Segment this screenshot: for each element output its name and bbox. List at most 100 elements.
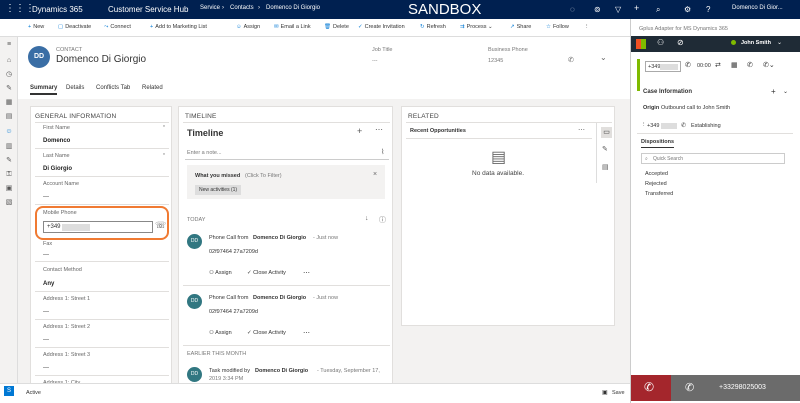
contacts-icon[interactable]: ☺ xyxy=(5,128,13,136)
disposition-rejected[interactable]: Rejected xyxy=(645,181,667,187)
queues-icon[interactable]: ▣ xyxy=(5,185,13,193)
fax-field[interactable]: --- xyxy=(43,252,49,258)
tab-related[interactable]: Related xyxy=(142,85,163,91)
disposition-accepted[interactable]: Accepted xyxy=(645,171,668,177)
chevron-down-icon[interactable]: ⌄ xyxy=(600,53,607,62)
filter-icon[interactable]: ▽ xyxy=(615,5,621,14)
app-launcher-icon[interactable]: ⋮⋮⋮ xyxy=(5,3,35,14)
what-you-missed-card[interactable]: What you missed (Click To Filter) × New … xyxy=(187,165,385,199)
hangup-button[interactable]: ✆ xyxy=(631,375,671,401)
app-icon[interactable]: S xyxy=(4,386,14,396)
drag-handle-icon[interactable]: ⋮ xyxy=(641,122,647,128)
click-to-call-icon[interactable]: ☏ xyxy=(155,220,166,231)
quick-search-input[interactable]: ⌕ Quick Search xyxy=(641,153,785,164)
search-icon[interactable]: ⌕ xyxy=(656,5,660,15)
activity-who[interactable]: Domenco Di Giorgio xyxy=(253,235,306,241)
dispositions-tab[interactable]: Dispositions xyxy=(641,139,675,148)
tab-conflicts[interactable]: Conflicts Tab xyxy=(96,85,130,91)
knowledge-icon[interactable]: ✎ xyxy=(5,157,13,165)
create-invitation-button[interactable]: ✓ Create Invitation xyxy=(358,24,405,30)
street2-field[interactable]: --- xyxy=(43,337,49,343)
close-activity-action[interactable]: ✓ Close Activity xyxy=(247,270,286,276)
not-ready-icon[interactable]: ⊘ xyxy=(677,38,684,47)
home-icon[interactable]: ⌂ xyxy=(5,57,13,65)
close-activity-action[interactable]: ✓ Close Activity xyxy=(247,330,286,336)
account-name-field[interactable]: --- xyxy=(43,194,49,200)
chevron-down-icon[interactable]: ⌄ xyxy=(777,39,782,46)
delete-button[interactable]: 🗑 Delete xyxy=(324,24,349,30)
new-activities-badge[interactable]: New activities (1) xyxy=(195,185,242,195)
contact-method-field[interactable]: Any xyxy=(43,281,54,287)
activity-who[interactable]: Domenco Di Giorgio xyxy=(253,295,306,301)
breadcrumb-contact[interactable]: Domenco Di Giorgio xyxy=(266,5,320,11)
call-options-icon[interactable]: ✆⌄ xyxy=(763,61,775,69)
activity-subject[interactable]: 02f97464 27a7209d xyxy=(209,249,258,255)
activity-subject[interactable]: 02f97464 27a7209d xyxy=(209,309,258,315)
user-name[interactable]: Domenco Di Gior... xyxy=(732,5,783,11)
assign-action[interactable]: ⚇ Assign xyxy=(209,270,232,276)
process-button[interactable]: ⇉ Process ⌄ xyxy=(460,24,493,30)
task-who[interactable]: Domenco Di Giorgio xyxy=(255,368,308,374)
connect-button[interactable]: ⤳ Connect xyxy=(104,24,131,31)
share-button[interactable]: ↗ Share xyxy=(510,24,531,30)
contacts-icon[interactable]: ⚇ xyxy=(657,38,664,47)
disposition-transferred[interactable]: Transferred xyxy=(645,191,673,197)
assign-action[interactable]: ⚇ Assign xyxy=(209,330,232,336)
sort-icon[interactable]: ↓ xyxy=(365,215,369,222)
add-to-marketing-list-button[interactable]: + Add to Marketing List xyxy=(150,24,207,30)
more-icon[interactable]: ⋯ xyxy=(578,126,585,134)
tab-details[interactable]: Details xyxy=(66,85,84,91)
close-icon[interactable]: × xyxy=(373,171,377,178)
settings-icon[interactable]: ⚙ xyxy=(684,5,691,14)
last-name-field[interactable]: Di Giorgio xyxy=(43,166,72,172)
transfer-icon[interactable]: ⇄ xyxy=(715,61,721,69)
add-icon[interactable]: + xyxy=(634,3,639,13)
hub-name[interactable]: Customer Service Hub xyxy=(108,5,188,14)
accounts-icon[interactable]: ▥ xyxy=(5,143,13,151)
more-icon[interactable]: ⋯ xyxy=(303,269,310,277)
add-icon[interactable]: + xyxy=(771,87,776,96)
assign-button[interactable]: ☺ Assign xyxy=(236,24,260,30)
email-link-button[interactable]: ✉ Email a Link xyxy=(274,24,311,30)
deactivate-button[interactable]: ▢ Deactivate xyxy=(58,24,91,30)
missed-filter[interactable]: (Click To Filter) xyxy=(245,173,282,179)
document-icon[interactable]: ▤ xyxy=(602,163,609,171)
opportunity-icon[interactable]: ▭ xyxy=(601,127,612,138)
agent-name[interactable]: John Smith xyxy=(741,40,771,46)
dialpad-icon[interactable]: ▦ xyxy=(731,61,738,69)
call-number-field[interactable]: +349 xyxy=(645,61,681,72)
first-name-field[interactable]: Domenco xyxy=(43,138,70,144)
street3-field[interactable]: --- xyxy=(43,365,49,371)
more-icon[interactable]: ⋯ xyxy=(375,125,383,134)
chevron-down-icon[interactable]: ⌄ xyxy=(783,88,788,95)
more-icon[interactable]: ⋯ xyxy=(303,329,310,337)
cases-icon[interactable]: ⚿ xyxy=(5,171,13,179)
recent-icon[interactable]: ◷ xyxy=(5,71,13,79)
tab-summary[interactable]: Summary xyxy=(30,85,58,95)
refresh-button[interactable]: ↻ Refresh xyxy=(420,24,446,30)
note-input[interactable]: Enter a note... ⌇ xyxy=(185,146,389,160)
more-commands-icon[interactable]: ⋮ xyxy=(584,24,590,30)
menu-icon[interactable]: ≡ xyxy=(5,41,13,49)
edit-icon[interactable]: ✎ xyxy=(602,145,608,153)
hangup-icon[interactable]: ✆ xyxy=(747,61,753,69)
phone-icon[interactable]: ✆ xyxy=(568,56,574,64)
breadcrumb-contacts[interactable]: Contacts xyxy=(230,5,254,11)
reports-icon[interactable]: ▧ xyxy=(5,199,13,207)
activities-icon[interactable]: ▤ xyxy=(5,113,13,121)
attach-icon[interactable]: ⌇ xyxy=(381,148,384,156)
save-icon[interactable]: ▣ xyxy=(602,389,608,396)
new-button[interactable]: + New xyxy=(28,24,44,30)
info-icon[interactable]: ⓘ xyxy=(379,215,386,225)
follow-button[interactable]: ☆ Follow xyxy=(546,24,569,30)
save-button[interactable]: Save xyxy=(612,390,625,396)
mobile-phone-input[interactable]: +349 xyxy=(43,221,153,233)
target-icon[interactable]: ⊚ xyxy=(594,5,601,14)
street1-field[interactable]: --- xyxy=(43,309,49,315)
help-icon[interactable]: ? xyxy=(706,5,710,14)
dashboard-icon[interactable]: ▦ xyxy=(5,99,13,107)
lightbulb-icon[interactable]: ◌ xyxy=(570,5,575,14)
pinned-icon[interactable]: ✎ xyxy=(5,85,13,93)
app-name[interactable]: Dynamics 365 xyxy=(32,5,83,14)
add-activity-icon[interactable]: + xyxy=(357,126,362,136)
